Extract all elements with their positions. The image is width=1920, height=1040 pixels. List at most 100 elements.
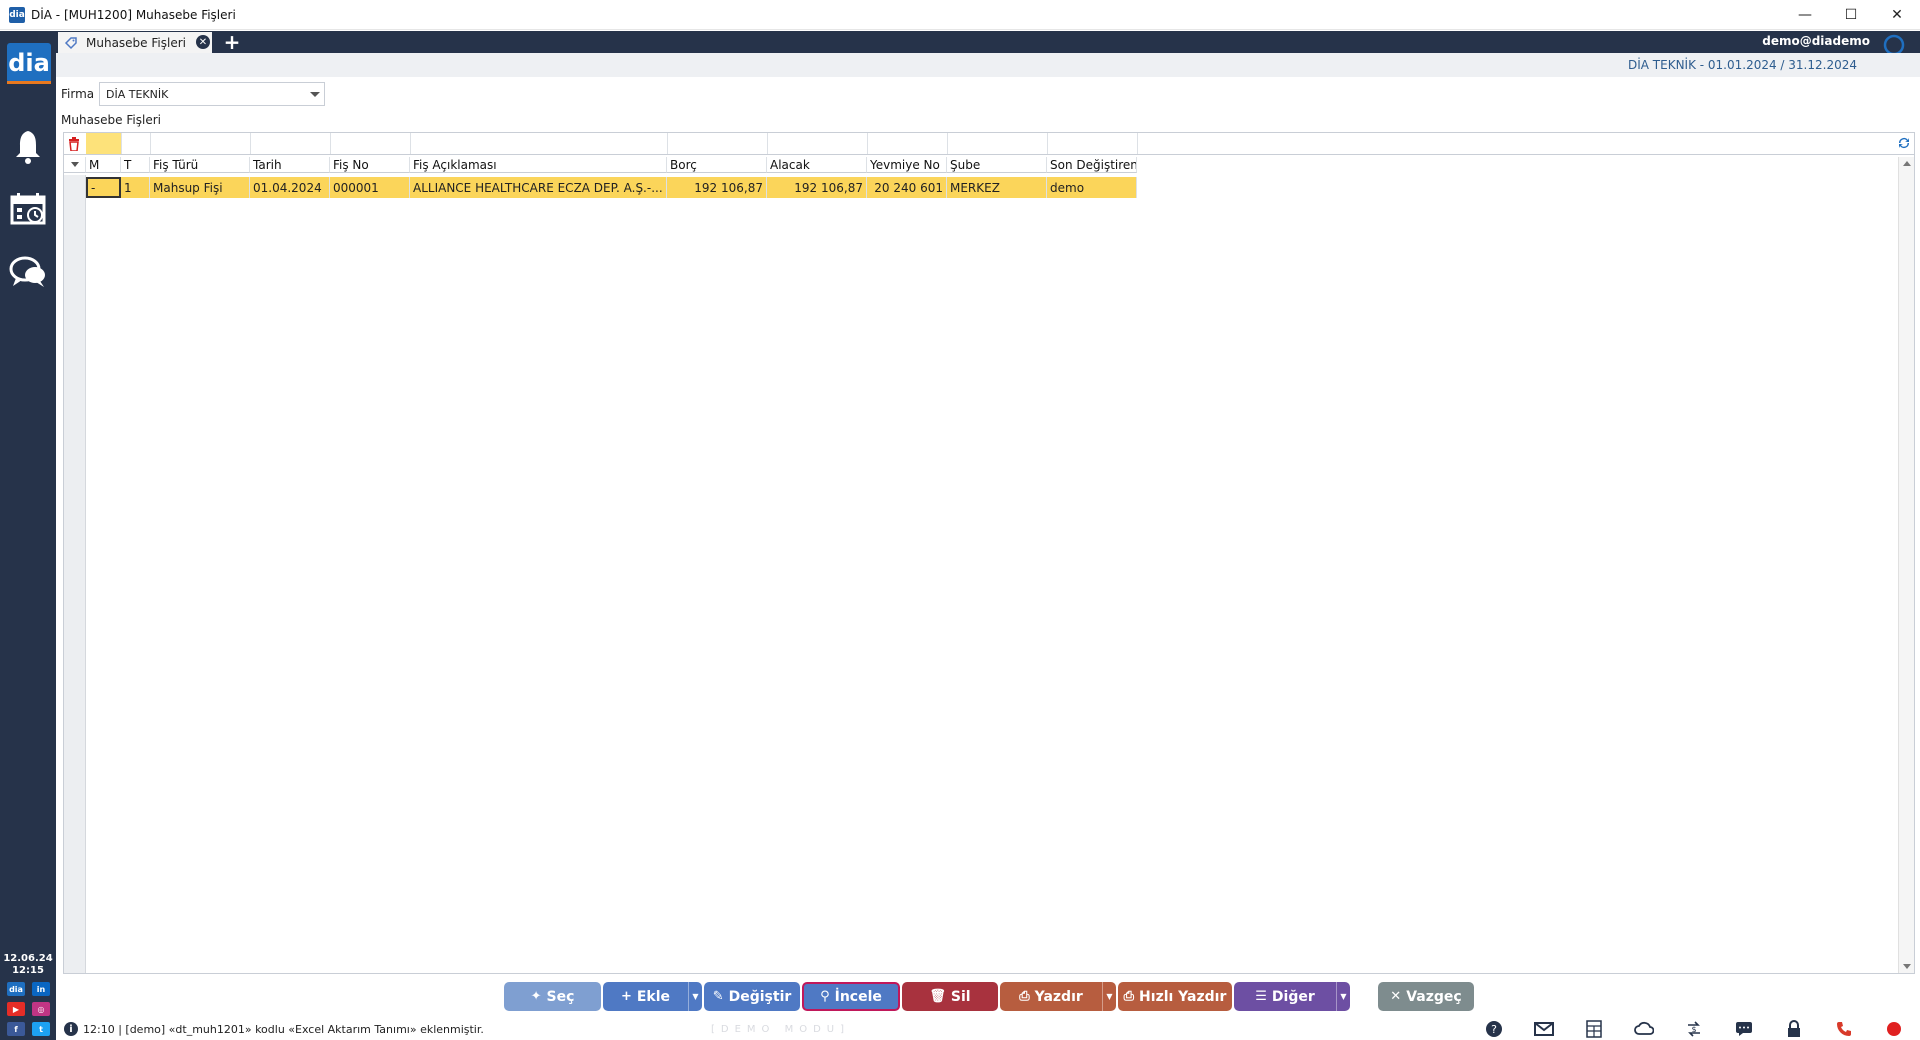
add-tab-icon[interactable]: + xyxy=(222,30,242,54)
column-header-t[interactable]: T xyxy=(121,157,150,173)
column-header-m[interactable]: M xyxy=(86,157,121,173)
column-header-son-degistiren[interactable]: Son Değiştiren xyxy=(1047,157,1137,173)
ekle-button[interactable]: + Ekle ▼ xyxy=(603,982,702,1011)
sil-button[interactable]: 🗑 Sil xyxy=(902,982,998,1011)
column-header-sube[interactable]: Şube xyxy=(947,157,1047,173)
cell-t[interactable]: 1 xyxy=(121,177,150,198)
logo-underline xyxy=(7,81,51,84)
firma-value: DİA TEKNİK xyxy=(106,88,169,101)
instagram-icon[interactable]: ◎ xyxy=(32,1002,50,1016)
column-header-fis-aciklamasi[interactable]: Fiş Açıklaması xyxy=(410,157,667,173)
cell-sube[interactable]: MERKEZ xyxy=(947,177,1047,198)
column-header-alacak[interactable]: Alacak xyxy=(767,157,867,173)
trash-icon[interactable] xyxy=(66,136,82,152)
degistir-button[interactable]: ✎ Değiştir xyxy=(704,982,800,1011)
chevron-down-icon xyxy=(310,92,320,97)
list-icon: ☰ xyxy=(1255,989,1267,1004)
grid-header: M T Fiş Türü Tarih Fiş No Fiş Açıklaması… xyxy=(64,157,1914,173)
column-header-borc[interactable]: Borç xyxy=(667,157,767,173)
window-controls: — ☐ ✕ xyxy=(1782,0,1920,30)
cell-tarih[interactable]: 01.04.2024 xyxy=(250,177,330,198)
filter-row xyxy=(64,133,1914,155)
period-label: DİA TEKNİK - 01.01.2024 / 31.12.2024 xyxy=(1627,58,1857,72)
trash-icon: 🗑 xyxy=(929,989,946,1004)
table-row[interactable]: - 1 Mahsup Fişi 01.04.2024 000001 ALLIAN… xyxy=(86,177,1137,198)
printer-icon: ⎙ xyxy=(1123,989,1135,1004)
firma-select[interactable]: DİA TEKNİK xyxy=(99,82,325,106)
cell-yevmiye-no[interactable]: 20 240 601 xyxy=(867,177,947,198)
refresh-icon[interactable] xyxy=(1896,135,1912,151)
chat-icon[interactable] xyxy=(8,253,48,293)
vertical-scrollbar[interactable] xyxy=(1898,157,1914,973)
status-bar: i 12:10 | [demo] «dt_muh1201» kodlu «Exc… xyxy=(56,1018,1920,1040)
tab-muhasebe-fisleri[interactable]: Muhasebe Fişleri ✕ xyxy=(58,32,212,53)
svg-text:?: ? xyxy=(1491,1023,1497,1036)
help-icon[interactable]: ? xyxy=(1483,1021,1505,1037)
grid-title: Muhasebe Fişleri xyxy=(61,113,161,127)
hizli-yazdir-button[interactable]: ⎙ Hızlı Yazdır xyxy=(1118,982,1232,1011)
column-menu-icon[interactable] xyxy=(64,157,86,173)
cell-son-degistiren[interactable]: demo xyxy=(1047,177,1137,198)
diger-button[interactable]: ☰ Diğer ▼ xyxy=(1234,982,1350,1011)
ekle-dropdown-icon[interactable]: ▼ xyxy=(688,982,702,1011)
status-message: 12:10 | [demo] «dt_muh1201» kodlu «Excel… xyxy=(83,1023,484,1036)
edit-icon: ✎ xyxy=(712,989,724,1004)
lock-icon[interactable] xyxy=(1783,1020,1805,1037)
message-icon[interactable] xyxy=(1733,1021,1755,1037)
cloud-sync-icon[interactable] xyxy=(1633,1021,1655,1037)
cell-borc[interactable]: 192 106,87 xyxy=(667,177,767,198)
plus-icon: + xyxy=(620,989,632,1004)
vazgec-button[interactable]: ✕ Vazgeç xyxy=(1378,982,1474,1011)
tab-label: Muhasebe Fişleri xyxy=(86,35,186,50)
user-name[interactable]: demo@diademo xyxy=(1762,34,1870,48)
facebook-icon[interactable]: f xyxy=(7,1022,25,1036)
dia-logo[interactable]: dia xyxy=(7,43,51,83)
vouchers-grid: M T Fiş Türü Tarih Fiş No Fiş Açıklaması… xyxy=(63,132,1915,974)
linkedin-icon[interactable]: in xyxy=(32,982,50,996)
youtube-icon[interactable]: ▶ xyxy=(7,1002,25,1016)
calculator-icon[interactable] xyxy=(1583,1020,1605,1038)
close-icon: ✕ xyxy=(1390,989,1402,1004)
record-status-icon[interactable] xyxy=(1883,1021,1905,1037)
scroll-up-icon[interactable] xyxy=(1903,161,1911,166)
scroll-down-icon[interactable] xyxy=(1903,964,1911,969)
twitter-icon[interactable]: t xyxy=(32,1022,50,1036)
maximize-icon[interactable]: ☐ xyxy=(1828,0,1874,30)
yazdir-button[interactable]: ⎙ Yazdır ▼ xyxy=(1000,982,1116,1011)
cell-alacak[interactable]: 192 106,87 xyxy=(767,177,867,198)
column-header-yevmiye-no[interactable]: Yevmiye No xyxy=(867,157,947,173)
currency-exchange-icon[interactable]: $ xyxy=(1683,1021,1705,1037)
yazdir-dropdown-icon[interactable]: ▼ xyxy=(1102,982,1116,1011)
column-header-tarih[interactable]: Tarih xyxy=(250,157,330,173)
filter-cell-m[interactable] xyxy=(86,133,121,154)
close-icon[interactable]: ✕ xyxy=(1874,0,1920,30)
window-titlebar: dia DİA - [MUH1200] Muhasebe Fişleri — ☐… xyxy=(0,0,1920,30)
info-icon: i xyxy=(64,1022,78,1036)
info-bar: DİA TEKNİK - 01.01.2024 / 31.12.2024 xyxy=(56,53,1920,77)
cell-m[interactable]: - xyxy=(86,177,121,198)
phone-icon[interactable] xyxy=(1833,1021,1855,1037)
dia-social-icon[interactable]: dia xyxy=(7,982,25,996)
column-header-fis-turu[interactable]: Fiş Türü xyxy=(150,157,250,173)
calendar-clock-icon[interactable] xyxy=(8,189,48,229)
minimize-icon[interactable]: — xyxy=(1782,0,1828,30)
app-logo-icon: dia xyxy=(9,6,25,23)
pointer-icon: ✦ xyxy=(530,989,542,1004)
sidebar-time: 12:15 xyxy=(12,965,44,976)
document-tag-icon xyxy=(64,36,77,49)
cell-fis-aciklamasi[interactable]: ALLIANCE HEALTHCARE ECZA DEP. A.Ş.-... xyxy=(410,177,667,198)
tab-close-icon[interactable]: ✕ xyxy=(196,35,210,49)
cell-fis-turu[interactable]: Mahsup Fişi xyxy=(150,177,250,198)
incele-button[interactable]: ⚲ İncele xyxy=(802,982,900,1011)
sidebar-date: 12.06.24 xyxy=(3,953,53,964)
svg-text:$: $ xyxy=(1691,1025,1696,1034)
column-header-fis-no[interactable]: Fiş No xyxy=(330,157,410,173)
bell-icon[interactable] xyxy=(8,127,48,167)
cell-fis-no[interactable]: 000001 xyxy=(330,177,410,198)
row-indicator-strip xyxy=(64,175,86,973)
diger-dropdown-icon[interactable]: ▼ xyxy=(1336,982,1350,1011)
mail-icon[interactable] xyxy=(1533,1021,1555,1037)
printer-icon: ⎙ xyxy=(1019,989,1030,1004)
search-icon: ⚲ xyxy=(820,989,830,1004)
sec-button[interactable]: ✦ Seç xyxy=(504,982,601,1011)
